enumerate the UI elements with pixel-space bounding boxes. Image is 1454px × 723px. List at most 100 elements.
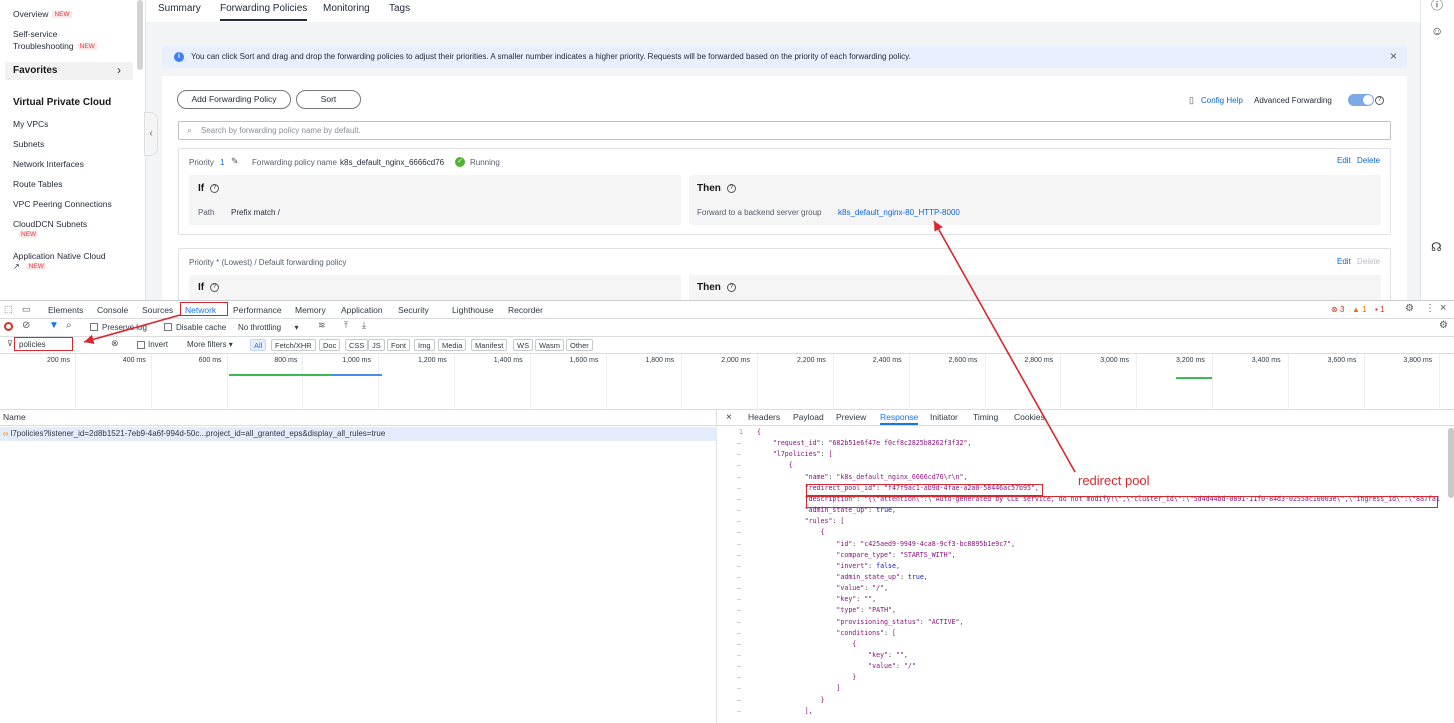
timeline-gridline (75, 354, 76, 410)
info-icon: i (174, 52, 184, 62)
inspect-icon[interactable]: ⬚ (4, 304, 13, 315)
network-toolbar: ⊘ ▼ ⌕ Preserve log Disable cache No thro… (0, 319, 1454, 337)
tab-recorder[interactable]: Recorder (508, 305, 543, 315)
close-devtools-icon[interactable]: × (1440, 302, 1446, 314)
collapse-sidebar-button[interactable]: ‹ (144, 112, 158, 156)
filter-media[interactable]: Media (438, 339, 467, 351)
tab-security[interactable]: Security (398, 305, 429, 315)
more-filters-button[interactable]: More filters ▾ (187, 340, 233, 349)
filter-js[interactable]: JS (368, 339, 385, 351)
filter-other[interactable]: Other (566, 339, 593, 351)
tab-timing[interactable]: Timing (973, 412, 998, 422)
sidebar-item-route-tables[interactable]: Route Tables (13, 179, 62, 189)
disable-cache-checkbox[interactable] (164, 323, 172, 331)
edit-pencil-icon[interactable]: ✎ (231, 156, 239, 167)
error-count[interactable]: ⊗ 3 (1331, 305, 1344, 314)
preserve-log-checkbox[interactable] (90, 323, 98, 331)
highlight-filter-input (14, 337, 73, 351)
edit-link[interactable]: Edit (1337, 257, 1351, 266)
code-line: – ] (737, 684, 841, 693)
invert-checkbox[interactable] (137, 341, 145, 349)
clear-filter-icon[interactable]: ⊗ (111, 338, 119, 349)
favorites-row[interactable]: Favorites › (5, 62, 133, 80)
record-icon[interactable] (4, 322, 13, 331)
headset-icon[interactable]: ☊ (1431, 240, 1442, 254)
tab-response[interactable]: Response (880, 412, 919, 425)
upload-icon[interactable]: ⤒ (344, 320, 348, 331)
sidebar-scrollbar[interactable] (137, 0, 143, 70)
tab-tags[interactable]: Tags (389, 3, 410, 14)
tab-memory[interactable]: Memory (295, 305, 326, 315)
filter-img[interactable]: Img (414, 339, 435, 351)
more-options-icon[interactable]: ⋮ (1425, 303, 1435, 314)
network-settings-icon[interactable]: ⚙ (1439, 320, 1448, 331)
tab-payload[interactable]: Payload (793, 412, 824, 422)
info-circle-icon[interactable]: ⓘ (1431, 0, 1443, 13)
device-toolbar-icon[interactable]: ▭ (22, 304, 31, 315)
filter-font[interactable]: Font (387, 339, 411, 351)
sidebar-item-self-service[interactable]: Self-service Troubleshooting NEW (13, 29, 97, 51)
backend-group-link[interactable]: k8s_default_nginx-80_HTTP-8000 (838, 208, 960, 217)
search-input[interactable]: ⌕ Search by forwarding policy name by de… (178, 121, 1391, 140)
response-scrollbar[interactable] (1448, 428, 1454, 498)
edit-link[interactable]: Edit (1337, 156, 1351, 165)
timeline-gridline (605, 354, 607, 410)
filter-all[interactable]: All (250, 339, 267, 351)
delete-link[interactable]: Delete (1357, 156, 1380, 165)
policy-panel: Add Forwarding Policy Sort ▯ Config Help… (162, 76, 1407, 300)
sidebar-item-my-vpcs[interactable]: My VPCs (13, 119, 48, 129)
tab-performance[interactable]: Performance (233, 305, 282, 315)
search-icon[interactable]: ⌕ (66, 320, 72, 331)
tab-elements[interactable]: Elements (48, 305, 83, 315)
if-box: If? (189, 275, 681, 300)
warning-count[interactable]: ▲ 1 (1352, 305, 1367, 314)
advanced-forwarding-toggle[interactable] (1348, 94, 1374, 106)
tab-monitoring[interactable]: Monitoring (323, 3, 370, 14)
sort-button[interactable]: Sort (296, 90, 361, 109)
wifi-icon[interactable]: ≋ (318, 320, 326, 331)
sidebar-item-clouddcn[interactable]: CloudDCN Subnets NEW (13, 219, 87, 239)
tab-lighthouse[interactable]: Lighthouse (452, 305, 494, 315)
sidebar-item-label: CloudDCN Subnets (13, 219, 88, 229)
filter-fetch-xhr[interactable]: Fetch/XHR (271, 339, 316, 351)
code-line: – "request_id": "682b51e6f47e f0cf8c2825… (737, 439, 972, 448)
tab-application[interactable]: Application (341, 305, 383, 315)
clear-icon[interactable]: ⊘ (22, 320, 30, 331)
tab-initiator[interactable]: Initiator (930, 412, 958, 422)
smiley-icon[interactable]: ☺ (1431, 24, 1443, 38)
throttling-select[interactable]: No throttling ▾ (238, 323, 299, 332)
tab-preview[interactable]: Preview (836, 412, 866, 422)
sidebar-item-network-interfaces[interactable]: Network Interfaces (13, 159, 84, 169)
filter-manifest[interactable]: Manifest (471, 339, 508, 351)
help-icon[interactable]: ? (1375, 96, 1384, 105)
tab-sources[interactable]: Sources (142, 305, 173, 315)
request-row[interactable]: ‹› l7policies?listener_id=2d8b1521-7eb9-… (0, 427, 717, 441)
sidebar-item-subnets[interactable]: Subnets (13, 139, 44, 149)
close-icon[interactable]: × (726, 412, 732, 423)
add-forwarding-policy-button[interactable]: Add Forwarding Policy (177, 90, 291, 109)
config-help-link[interactable]: Config Help (1201, 96, 1243, 105)
tab-forwarding-policies[interactable]: Forwarding Policies (220, 3, 308, 21)
filter-doc[interactable]: Doc (319, 339, 341, 351)
tab-summary[interactable]: Summary (158, 3, 201, 14)
sidebar-item-app-native[interactable]: Application Native Cloud ↗ NEW (13, 251, 106, 271)
tab-cookies[interactable]: Cookies (1014, 412, 1045, 422)
sidebar-item-overview[interactable]: Overview NEW (13, 9, 72, 19)
help-icon: ? (726, 183, 736, 193)
filter-css[interactable]: CSS (345, 339, 369, 351)
settings-gear-icon[interactable]: ⚙ (1405, 303, 1414, 314)
info-text: You can click Sort and drag and drop the… (191, 52, 911, 61)
name-column-header[interactable]: Name (0, 410, 717, 426)
timeline-gridline (908, 354, 910, 410)
tab-headers[interactable]: Headers (748, 412, 780, 422)
network-timeline[interactable]: 200 ms 400 ms 600 ms 800 ms 1,000 ms 1,200 ms… (0, 354, 1454, 410)
tab-console[interactable]: Console (97, 305, 128, 315)
filter-wasm[interactable]: Wasm (535, 339, 564, 351)
sidebar-item-label: Application Native Cloud (13, 251, 106, 261)
close-icon[interactable]: × (1390, 49, 1397, 63)
issues-count[interactable]: ▪ 1 (1375, 305, 1385, 314)
download-icon[interactable]: ⤓ (362, 320, 366, 331)
filter-ws[interactable]: WS (513, 339, 534, 351)
sidebar-item-vpc-peering[interactable]: VPC Peering Connections (13, 199, 112, 209)
filter-icon[interactable]: ▼ (49, 320, 59, 331)
